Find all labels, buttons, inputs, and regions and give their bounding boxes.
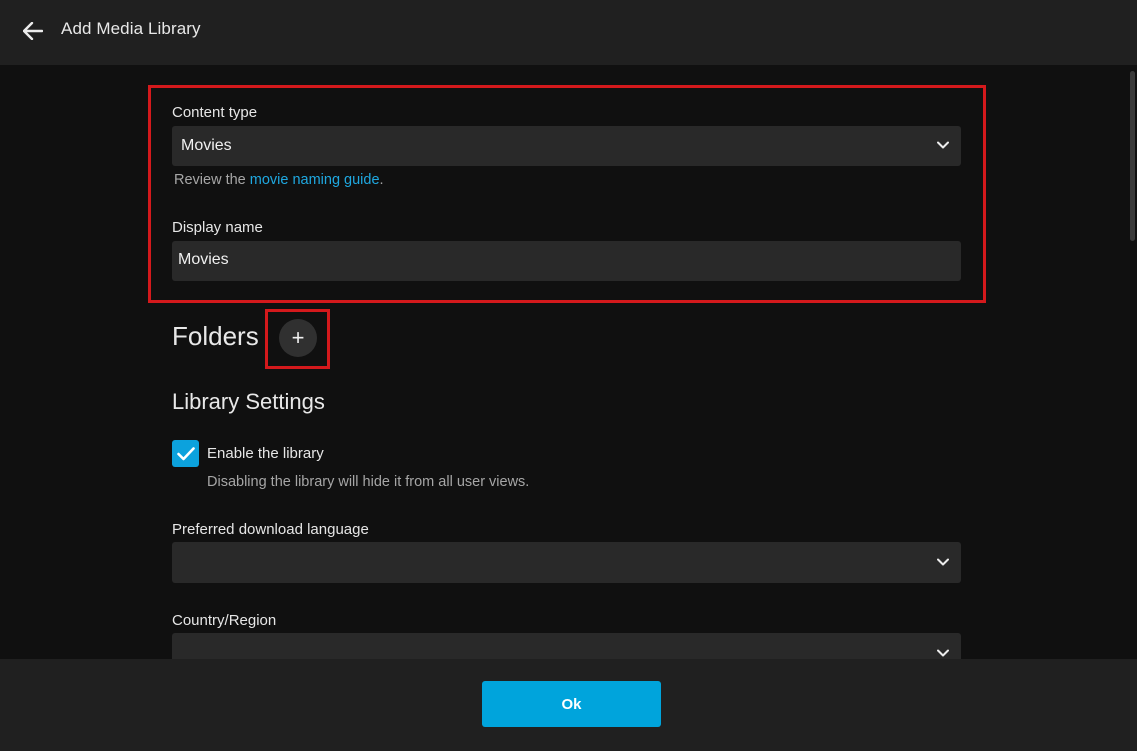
enable-library-helper: Disabling the library will hide it from … bbox=[207, 474, 530, 490]
library-form: Content type Movies Review the movie nam… bbox=[0, 65, 1128, 659]
enable-library-label[interactable]: Enable the library bbox=[207, 445, 324, 462]
dialog-footer: Ok bbox=[0, 659, 1137, 751]
movie-naming-guide-link[interactable]: movie naming guide bbox=[250, 172, 380, 188]
ok-button[interactable]: Ok bbox=[482, 681, 661, 727]
chevron-down-icon bbox=[937, 141, 949, 149]
page-title: Add Media Library bbox=[61, 19, 201, 38]
naming-guide-helper: Review the movie naming guide. bbox=[174, 172, 384, 188]
download-language-label: Preferred download language bbox=[172, 521, 369, 538]
display-name-label: Display name bbox=[172, 219, 263, 236]
content-type-select[interactable]: Movies bbox=[172, 126, 961, 166]
content-type-value: Movies bbox=[181, 137, 232, 154]
chevron-down-icon bbox=[937, 649, 949, 657]
library-settings-title: Library Settings bbox=[172, 389, 325, 414]
app-header: Add Media Library bbox=[0, 0, 1137, 65]
country-region-label: Country/Region bbox=[172, 612, 277, 629]
plus-icon: + bbox=[291, 325, 305, 350]
display-name-value: Movies bbox=[178, 251, 229, 268]
display-name-input[interactable]: Movies bbox=[172, 241, 961, 281]
back-button[interactable] bbox=[18, 16, 48, 46]
arrow-left-icon bbox=[23, 22, 43, 40]
add-folder-button[interactable]: + bbox=[279, 319, 317, 357]
enable-library-checkbox[interactable] bbox=[172, 440, 199, 467]
scrollbar-thumb[interactable] bbox=[1130, 71, 1135, 241]
country-region-select[interactable] bbox=[172, 633, 961, 659]
content-type-label: Content type bbox=[172, 104, 258, 121]
content-scrollbar[interactable] bbox=[1128, 65, 1137, 659]
download-language-select[interactable] bbox=[172, 542, 961, 583]
folders-title: Folders bbox=[172, 321, 259, 351]
chevron-down-icon bbox=[937, 558, 949, 566]
checkmark-icon bbox=[176, 446, 195, 460]
